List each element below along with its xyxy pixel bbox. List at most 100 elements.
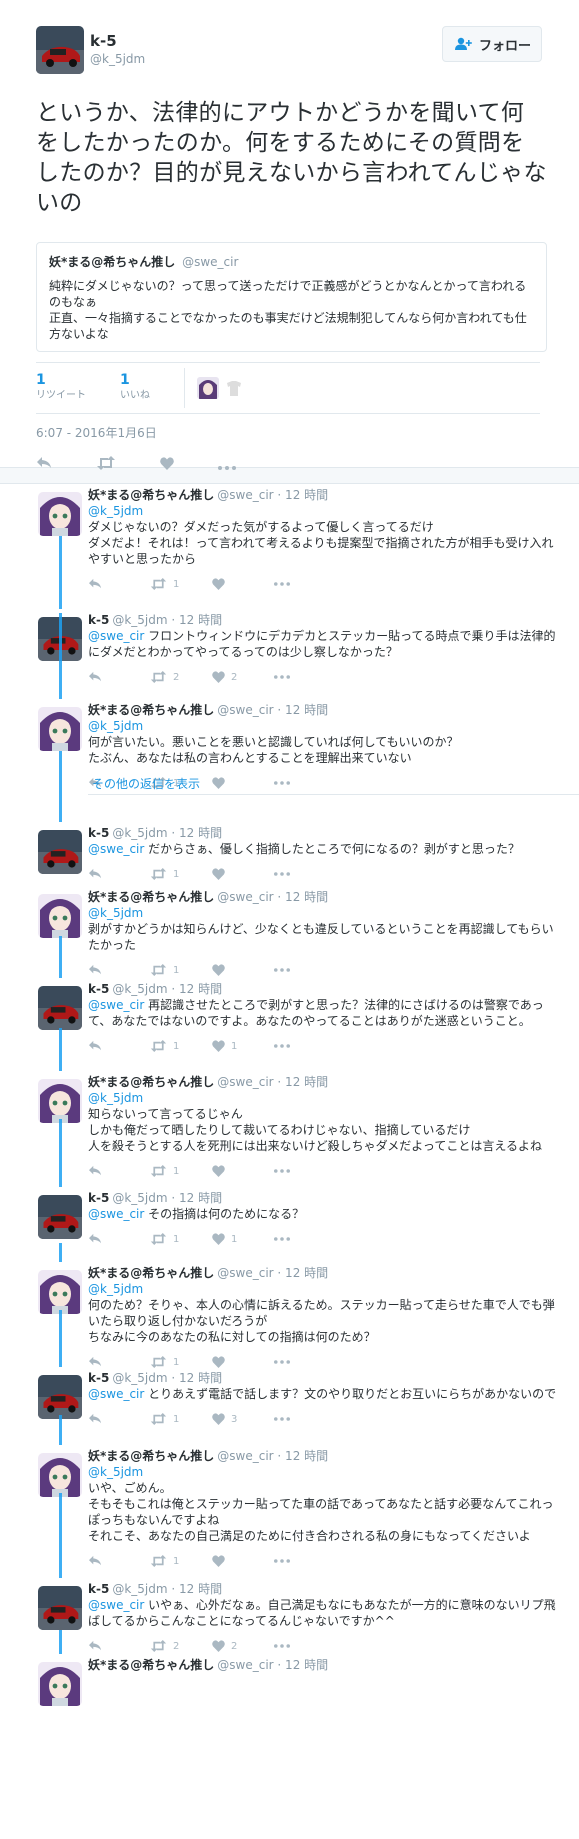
tweet-date[interactable]: 6:07 - 2016年1月6日	[36, 424, 547, 441]
retweet-button[interactable]: 2	[150, 1640, 212, 1652]
reply-icon[interactable]	[88, 1233, 150, 1245]
reply-author-name[interactable]: 妖*まる@希ちゃん推し	[88, 488, 214, 502]
reply-tweet[interactable]: k-5 @k_5jdm · 12 時間 @swe_cir 再認識させたところで剥がす…	[0, 982, 579, 1055]
reply-mention[interactable]: @k_5jdm	[88, 1281, 559, 1297]
avatar[interactable]	[38, 492, 82, 536]
avatar[interactable]	[38, 1662, 82, 1706]
reply-author-name[interactable]: k-5	[88, 1371, 109, 1385]
reply-author-name[interactable]: 妖*まる@希ちゃん推し	[88, 1266, 214, 1280]
reply-author-handle[interactable]: @k_5jdm	[112, 982, 167, 996]
reply-author-handle[interactable]: @k_5jdm	[112, 1371, 167, 1385]
like-button[interactable]	[212, 868, 274, 880]
like-button[interactable]	[212, 1165, 274, 1177]
reply-icon[interactable]	[88, 1555, 150, 1567]
reply-author-handle[interactable]: @k_5jdm	[112, 826, 167, 840]
quoted-tweet[interactable]: 妖*まる@希ちゃん推し @swe_cir 純粋にダメじゃないの？って思って送った…	[36, 242, 547, 352]
like-button[interactable]	[212, 578, 274, 590]
liker-avatar-2[interactable]	[223, 377, 245, 399]
reply-icon[interactable]	[88, 964, 150, 976]
reply-timestamp[interactable]: · 12 時間	[274, 1075, 328, 1089]
retweet-button[interactable]: 1	[150, 578, 212, 590]
avatar[interactable]	[38, 1270, 82, 1314]
reply-tweet[interactable]: k-5 @k_5jdm · 12 時間 @swe_cir いやぁ、心外だなぁ。自己満…	[0, 1582, 579, 1655]
reply-author-handle[interactable]: @swe_cir	[217, 1658, 273, 1672]
reply-icon[interactable]	[88, 671, 150, 683]
reply-icon[interactable]	[88, 1165, 150, 1177]
more-icon[interactable]	[274, 1417, 336, 1421]
reply-mention[interactable]: @swe_cir	[88, 1598, 144, 1612]
retweet-button[interactable]: 1	[150, 1233, 212, 1245]
avatar[interactable]	[38, 707, 82, 751]
like-button[interactable]: 3	[212, 1413, 274, 1425]
reply-author-handle[interactable]: @k_5jdm	[112, 1191, 167, 1205]
reply-author-name[interactable]: k-5	[88, 982, 109, 996]
like-button[interactable]	[212, 1356, 274, 1368]
reply-icon[interactable]	[88, 1640, 150, 1652]
reply-author-name[interactable]: k-5	[88, 1582, 109, 1596]
reply-author-handle[interactable]: @k_5jdm	[112, 1582, 167, 1596]
avatar[interactable]	[38, 1453, 82, 1497]
reply-timestamp[interactable]: · 12 時間	[274, 1449, 328, 1463]
reply-author-name[interactable]: 妖*まる@希ちゃん推し	[88, 1449, 214, 1463]
like-button[interactable]	[212, 1555, 274, 1567]
like-button[interactable]: 2	[212, 1640, 274, 1652]
retweet-button[interactable]: 1	[150, 1555, 212, 1567]
reply-tweet[interactable]: 妖*まる@希ちゃん推し @swe_cir · 12 時間 @k_5jdm いや、ごめん…	[0, 1449, 579, 1570]
avatar[interactable]	[38, 1375, 82, 1419]
reply-mention[interactable]: @swe_cir	[88, 1207, 144, 1221]
reply-tweet[interactable]: 妖*まる@希ちゃん推し @swe_cir · 12 時間 @k_5jdm 何のため？そ…	[0, 1266, 579, 1371]
follow-button[interactable]: フォロー	[442, 26, 542, 62]
reply-author-name[interactable]: 妖*まる@希ちゃん推し	[88, 703, 214, 717]
avatar[interactable]	[36, 26, 84, 74]
more-icon[interactable]	[274, 582, 336, 586]
reply-timestamp[interactable]: · 12 時間	[168, 1371, 222, 1385]
like-button[interactable]	[212, 964, 274, 976]
like-icon[interactable]	[160, 455, 174, 474]
reply-mention[interactable]: @swe_cir	[88, 998, 144, 1012]
more-icon[interactable]	[274, 1559, 336, 1563]
reply-icon[interactable]	[88, 1040, 150, 1052]
reply-author-handle[interactable]: @swe_cir	[217, 703, 273, 717]
reply-timestamp[interactable]: · 12 時間	[274, 488, 328, 502]
reply-author-handle[interactable]: @swe_cir	[217, 1075, 273, 1089]
reply-author-handle[interactable]: @swe_cir	[217, 488, 273, 502]
reply-mention[interactable]: @k_5jdm	[88, 905, 559, 921]
reply-mention[interactable]: @k_5jdm	[88, 1464, 559, 1480]
reply-tweet[interactable]: 妖*まる@希ちゃん推し @swe_cir · 12 時間 @k_5jdm 知らないって…	[0, 1075, 579, 1180]
reply-mention[interactable]: @k_5jdm	[88, 1090, 559, 1106]
reply-author-handle[interactable]: @swe_cir	[217, 1449, 273, 1463]
reply-timestamp[interactable]: · 12 時間	[274, 703, 328, 717]
reply-author-name[interactable]: k-5	[88, 826, 109, 840]
reply-tweet[interactable]: 妖*まる@希ちゃん推し @swe_cir · 12 時間 @k_5jdm 剥がすかどう…	[0, 890, 579, 979]
reply-timestamp[interactable]: · 12 時間	[168, 982, 222, 996]
retweet-button[interactable]: 1	[150, 868, 212, 880]
reply-author-name[interactable]: 妖*まる@希ちゃん推し	[88, 1075, 214, 1089]
reply-icon[interactable]	[88, 1413, 150, 1425]
reply-mention[interactable]: @swe_cir	[88, 629, 144, 643]
reply-icon[interactable]	[88, 578, 150, 590]
reply-tweet[interactable]: k-5 @k_5jdm · 12 時間 @swe_cir フロントウィンドウにデカデ…	[0, 613, 579, 686]
reply-author-name[interactable]: 妖*まる@希ちゃん推し	[88, 1658, 214, 1672]
more-icon[interactable]	[274, 1237, 336, 1241]
author-handle[interactable]: @k_5jdm	[90, 51, 145, 68]
reply-mention[interactable]: @swe_cir	[88, 1387, 144, 1401]
reply-icon[interactable]	[88, 868, 150, 880]
more-icon[interactable]	[274, 1169, 336, 1173]
reply-mention[interactable]: @swe_cir	[88, 842, 144, 856]
more-icon[interactable]	[218, 455, 236, 474]
reply-timestamp[interactable]: · 12 時間	[274, 1658, 328, 1672]
reply-mention[interactable]: @k_5jdm	[88, 718, 559, 734]
retweet-button[interactable]: 1	[150, 1040, 212, 1052]
reply-author-handle[interactable]: @k_5jdm	[112, 613, 167, 627]
reply-author-handle[interactable]: @swe_cir	[217, 890, 273, 904]
reply-author-handle[interactable]: @swe_cir	[217, 1266, 273, 1280]
reply-tweet[interactable]: 妖*まる@希ちゃん推し @swe_cir · 12 時間	[0, 1658, 579, 1706]
liker-avatar[interactable]	[197, 377, 219, 399]
retweet-icon[interactable]	[96, 455, 116, 474]
more-icon[interactable]	[274, 1644, 336, 1648]
reply-mention[interactable]: @k_5jdm	[88, 503, 559, 519]
reply-author-name[interactable]: k-5	[88, 1191, 109, 1205]
avatar[interactable]	[38, 1586, 82, 1630]
like-count[interactable]: 1 いいね	[120, 373, 150, 403]
reply-timestamp[interactable]: · 12 時間	[274, 890, 328, 904]
